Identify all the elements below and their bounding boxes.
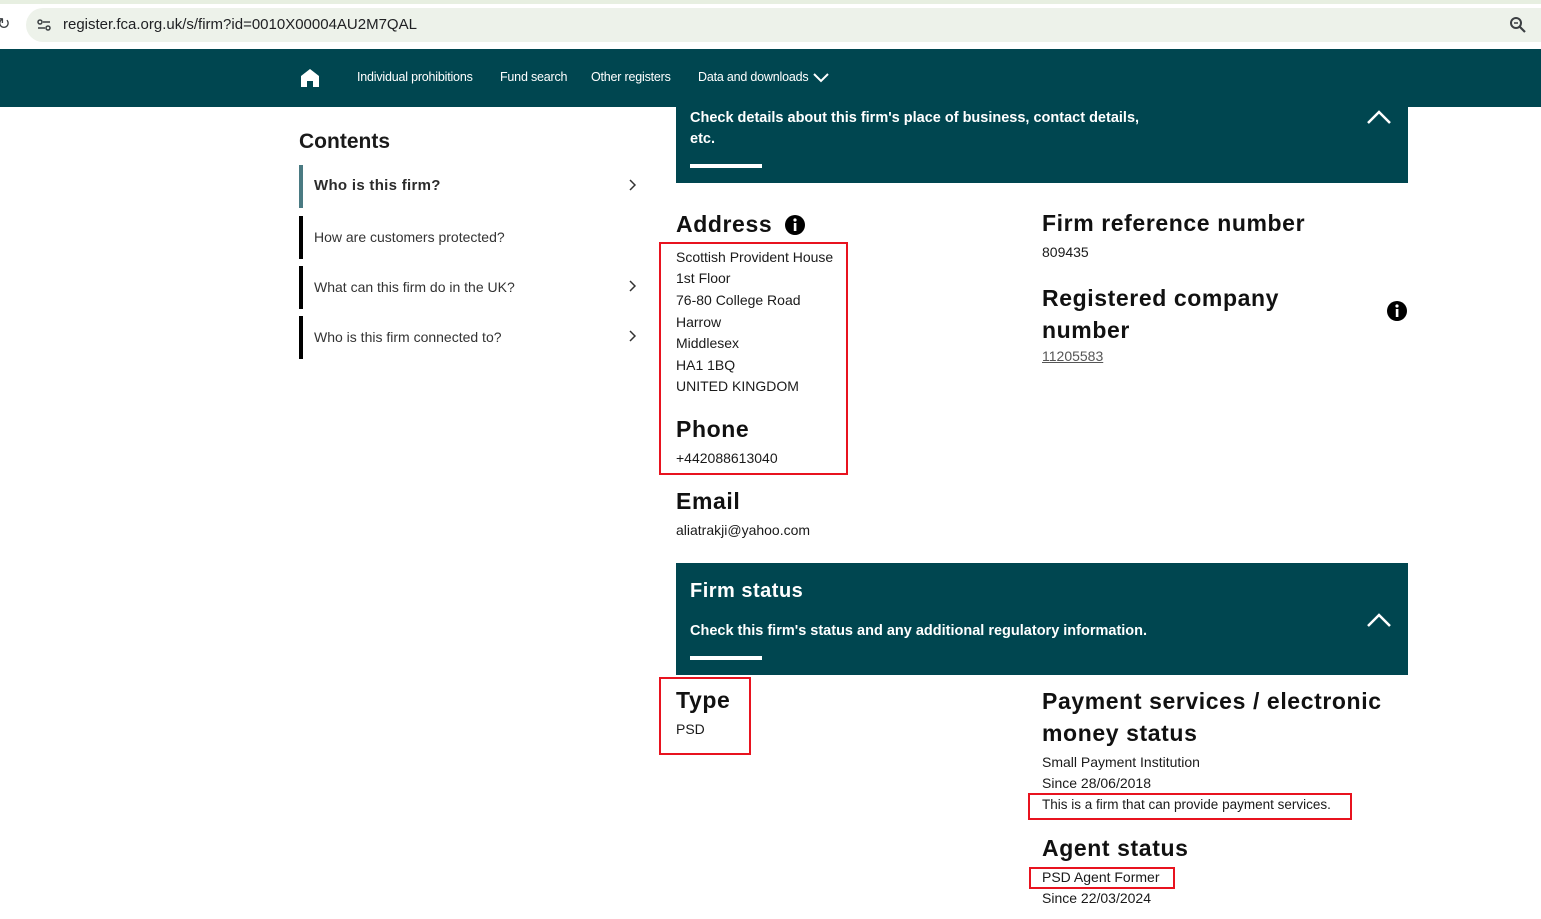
chevron-up-icon[interactable]	[1366, 612, 1392, 628]
email-value: aliatrakji@yahoo.com	[676, 522, 811, 538]
nav-other-registers[interactable]: Other registers	[591, 70, 671, 84]
nav-fund-search[interactable]: Fund search	[500, 70, 567, 84]
chevron-up-icon[interactable]	[1366, 109, 1392, 125]
address-bar[interactable]: register.fca.org.uk/s/firm?id=0010X00004…	[26, 8, 1541, 42]
zoom-icon[interactable]	[1509, 16, 1527, 34]
payment-status-heading: Payment services / electronic money statu…	[1042, 688, 1382, 746]
sidebar-item-label: How are customers protected?	[314, 229, 505, 245]
browser-toolbar: ↻ register.fca.org.uk/s/firm?id=0010X000…	[0, 0, 1541, 49]
sidebar-item-label: Who is this firm connected to?	[314, 329, 502, 345]
tab-strip	[0, 0, 1541, 4]
sidebar-item-customers-protected[interactable]: How are customers protected?	[299, 216, 644, 259]
payment-status-since: Since 28/06/2018	[1042, 775, 1151, 791]
chevron-right-icon	[629, 179, 637, 191]
agent-status-since: Since 22/03/2024	[1042, 890, 1151, 906]
sidebar-item-what-can-firm-do[interactable]: What can this firm do in the UK?	[299, 266, 644, 309]
sidebar-item-label: Who is this firm?	[314, 177, 441, 194]
nav-data-and-downloads[interactable]: Data and downloads	[698, 70, 809, 84]
panel-description: Check this firm's status and any additio…	[690, 623, 1148, 639]
contact-details-panel: Check details about this firm's place of…	[676, 107, 1408, 183]
info-icon[interactable]	[1387, 301, 1407, 321]
home-icon[interactable]	[299, 67, 321, 89]
panel-underline	[690, 164, 762, 168]
agent-status-heading: Agent status	[1042, 835, 1189, 861]
url-text[interactable]: register.fca.org.uk/s/firm?id=0010X00004…	[63, 16, 417, 33]
company-number-link[interactable]: 11205583	[1042, 348, 1103, 364]
payment-status-value: Small Payment Institution	[1042, 754, 1200, 770]
address-heading: Address	[676, 211, 773, 237]
info-icon[interactable]	[785, 215, 805, 235]
sidebar-item-label: What can this firm do in the UK?	[314, 279, 515, 295]
contents-heading: Contents	[299, 130, 390, 153]
chevron-right-icon	[629, 330, 637, 342]
reload-icon[interactable]: ↻	[0, 14, 10, 34]
chevron-right-icon	[629, 280, 637, 292]
annotation-box-payment-note	[1028, 793, 1352, 820]
company-number-heading: Registered company number	[1042, 285, 1280, 343]
firm-status-panel: Firm status Check this firm's status and…	[676, 563, 1408, 675]
panel-underline	[690, 656, 762, 660]
sidebar-item-who-is-this-firm[interactable]: Who is this firm?	[299, 165, 644, 208]
frn-heading: Firm reference number	[1042, 210, 1306, 236]
frn-value: 809435	[1042, 244, 1089, 260]
sidebar-item-firm-connected-to[interactable]: Who is this firm connected to?	[299, 316, 644, 359]
nav-individual-prohibitions[interactable]: Individual prohibitions	[357, 70, 473, 84]
annotation-box-type	[659, 677, 751, 755]
panel-title: Firm status	[690, 580, 804, 602]
annotation-box-agent-status	[1029, 867, 1175, 889]
email-heading: Email	[676, 488, 741, 514]
site-settings-icon[interactable]	[36, 17, 52, 33]
annotation-box-address-phone	[659, 242, 848, 475]
panel-description: Check details about this firm's place of…	[690, 110, 1140, 147]
site-navbar: Individual prohibitions Fund search Othe…	[0, 49, 1541, 107]
chevron-down-icon[interactable]	[811, 68, 831, 88]
